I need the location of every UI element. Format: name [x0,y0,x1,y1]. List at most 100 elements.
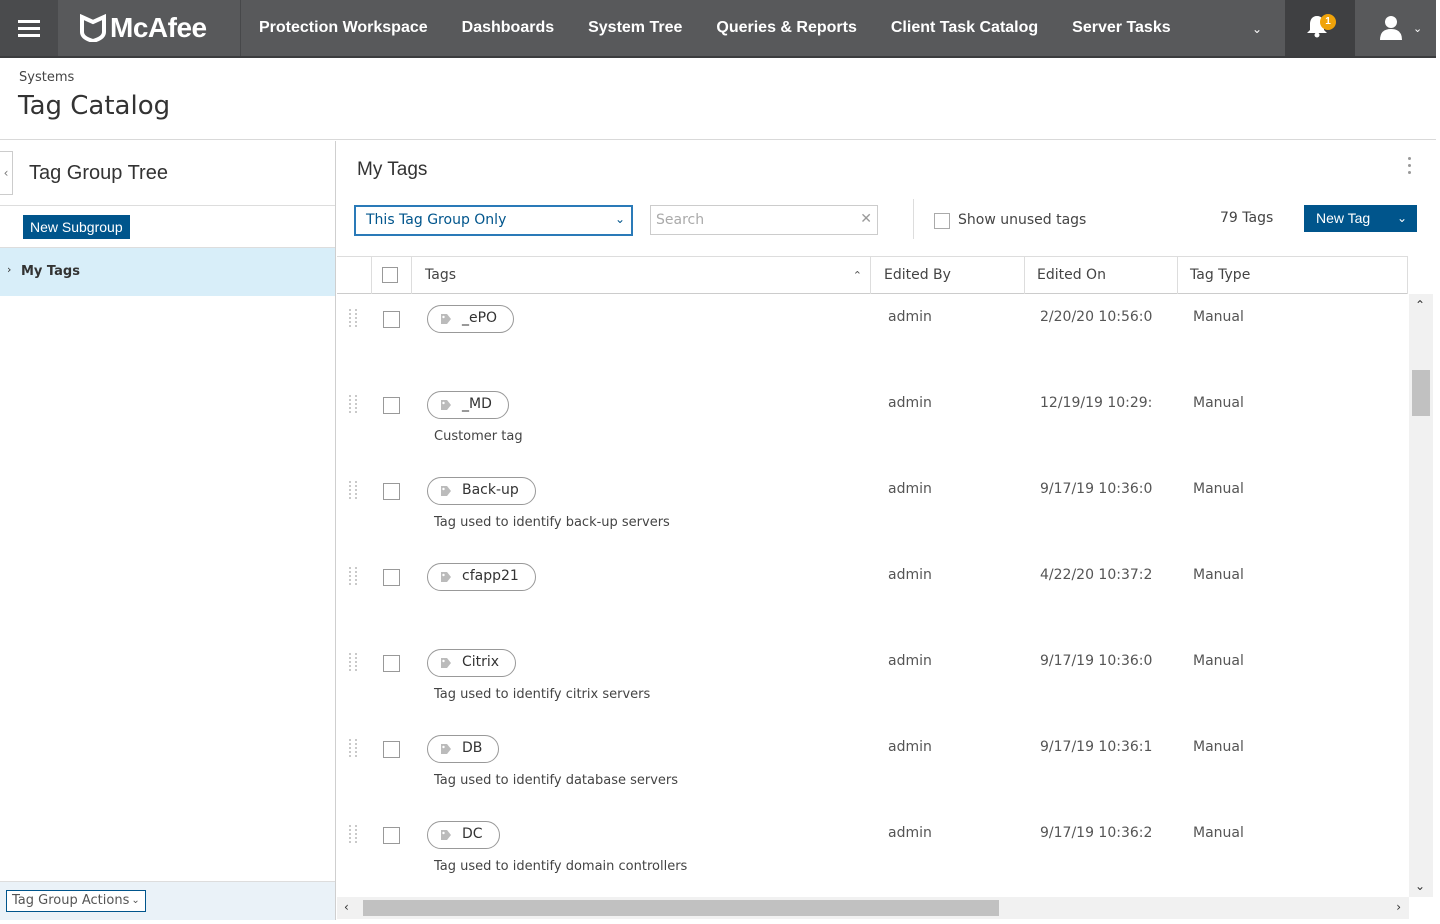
nav-link-queries-reports[interactable]: Queries & Reports [699,19,873,37]
vertical-scrollbar[interactable]: ⌃ ⌄ [1409,294,1433,897]
drag-handle-icon[interactable] [349,395,357,413]
tag-pill[interactable]: Back-up [427,477,536,505]
new-subgroup-button[interactable]: New Subgroup [23,215,130,239]
edited-on-cell: 9/17/19 10:36:0 [1040,653,1153,669]
table-row[interactable]: _ePO admin 2/20/20 10:56:0 Manual [337,295,1408,381]
table-row[interactable]: DB Tag used to identify database servers… [337,725,1408,811]
show-unused-tags-label[interactable]: Show unused tags [958,212,1086,228]
select-all-column-header [372,257,412,294]
chevron-down-icon: ⌄ [1396,211,1407,225]
tag-icon [441,744,451,754]
search-input[interactable] [656,210,851,230]
collapse-panel-button[interactable]: ‹ [0,151,13,195]
edited-by-cell: admin [888,481,932,497]
drag-handle-icon[interactable] [349,567,357,585]
nav-link-server-tasks[interactable]: Server Tasks [1055,19,1187,37]
hamburger-menu-button[interactable] [0,0,58,56]
column-header-tags[interactable]: Tags ⌃ [413,257,871,294]
panel-title: My Tags [357,159,428,180]
tag-description: Tag used to identify citrix servers [434,687,651,702]
drag-handle-icon[interactable] [349,825,357,843]
row-checkbox[interactable] [383,311,400,328]
drag-handle-icon[interactable] [349,739,357,757]
edited-by-cell: admin [888,825,932,841]
tag-name: _MD [462,396,492,412]
table-row[interactable]: Citrix Tag used to identify citrix serve… [337,639,1408,725]
brand-logo[interactable]: McAfee [80,12,207,44]
table-row[interactable]: cfapp21 admin 4/22/20 10:37:2 Manual [337,553,1408,639]
tag-type-cell: Manual [1193,739,1244,755]
new-tag-button[interactable]: New Tag ⌄ [1304,205,1417,232]
edited-by-cell: admin [888,739,932,755]
edited-by-cell: admin [888,309,932,325]
tag-icon [441,830,451,840]
tree-item-my-tags[interactable]: › My Tags [0,248,335,296]
drag-handle-icon[interactable] [349,309,357,327]
column-header-tag-type[interactable]: Tag Type [1178,257,1408,294]
tag-group-tree-panel: ‹ Tag Group Tree New Subgroup › My Tags … [0,141,336,920]
notifications-button[interactable]: 1 [1285,0,1355,56]
tag-icon [441,572,451,582]
row-checkbox[interactable] [383,397,400,414]
scrollbar-thumb[interactable] [363,900,999,916]
table-row[interactable]: Back-up Tag used to identify back-up ser… [337,467,1408,553]
tag-pill[interactable]: Citrix [427,649,517,677]
tag-type-cell: Manual [1193,567,1244,583]
nav-link-client-task-catalog[interactable]: Client Task Catalog [874,19,1055,37]
row-checkbox[interactable] [383,655,400,672]
tag-pill[interactable]: cfapp21 [427,563,536,591]
show-unused-tags-checkbox[interactable] [934,213,950,229]
user-menu-button[interactable]: ⌄ [1355,0,1436,56]
tag-pill[interactable]: DB [427,735,500,763]
select-all-checkbox[interactable] [382,267,398,283]
scroll-down-icon[interactable]: ⌄ [1415,879,1425,893]
drag-handle-icon[interactable] [349,481,357,499]
chevron-left-icon: ‹ [3,166,9,180]
breadcrumb[interactable]: Systems [19,70,74,85]
column-header-edited-on[interactable]: Edited On [1025,257,1178,294]
tag-type-cell: Manual [1193,395,1244,411]
tag-group-actions-dropdown[interactable]: Tag Group Actions ⌄ [6,890,146,912]
nav-link-protection-workspace[interactable]: Protection Workspace [242,19,445,37]
scrollbar-thumb[interactable] [1412,370,1430,416]
row-checkbox[interactable] [383,741,400,758]
scroll-up-icon[interactable]: ⌃ [1415,298,1425,312]
tag-icon [441,400,451,410]
top-nav: McAfee Protection Workspace Dashboards S… [0,0,1436,58]
nav-link-system-tree[interactable]: System Tree [571,19,699,37]
kebab-menu-icon[interactable] [1408,157,1412,174]
drag-column-header [337,257,372,294]
scroll-left-icon[interactable]: ‹ [344,900,349,914]
tag-pill[interactable]: DC [427,821,500,849]
page-header: Systems Tag Catalog [0,58,1436,140]
clear-icon[interactable]: ✕ [860,211,872,227]
left-panel-footer: Tag Group Actions ⌄ [0,881,335,920]
scope-select[interactable]: This Tag Group Only ⌄ [354,205,633,236]
edited-on-cell: 4/22/20 10:37:2 [1040,567,1153,583]
row-checkbox[interactable] [383,569,400,586]
row-checkbox[interactable] [383,827,400,844]
tag-pill[interactable]: _ePO [427,305,515,333]
table-body: _ePO admin 2/20/20 10:56:0 Manual _MD Cu… [337,295,1408,897]
nav-more-chevron-down-icon[interactable]: ⌄ [1252,22,1262,36]
table-row[interactable]: DC Tag used to identify domain controlle… [337,811,1408,897]
tag-icon [441,314,451,324]
drag-handle-icon[interactable] [349,653,357,671]
table-row[interactable]: _MD Customer tag admin 12/19/19 10:29: M… [337,381,1408,467]
edited-by-cell: admin [888,395,932,411]
page-title: Tag Catalog [18,91,171,121]
tag-description: Tag used to identify domain controllers [434,859,688,874]
row-checkbox[interactable] [383,483,400,500]
chevron-down-icon: ⌄ [1413,22,1423,35]
tag-type-cell: Manual [1193,309,1244,325]
tag-name: _ePO [462,310,498,326]
chevron-right-icon[interactable]: › [7,263,11,276]
tag-pill[interactable]: _MD [427,391,509,419]
edited-on-cell: 12/19/19 10:29: [1040,395,1153,411]
nav-link-dashboards[interactable]: Dashboards [445,19,571,37]
tag-description: Tag used to identify back-up servers [434,515,670,530]
tag-name: DB [462,740,483,756]
horizontal-scrollbar[interactable]: ‹ › [337,897,1409,919]
scroll-right-icon[interactable]: › [1396,900,1401,914]
column-header-edited-by[interactable]: Edited By [872,257,1025,294]
